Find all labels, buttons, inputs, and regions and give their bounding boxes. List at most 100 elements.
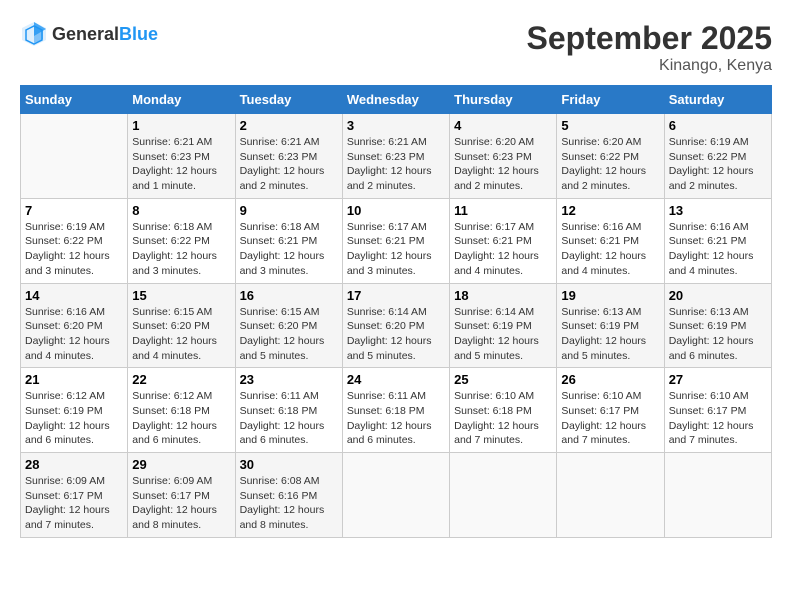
logo: GeneralBlue (20, 20, 158, 48)
weekday-header-row: SundayMondayTuesdayWednesdayThursdayFrid… (21, 86, 772, 114)
weekday-header: Friday (557, 86, 664, 114)
day-number: 5 (561, 118, 659, 133)
calendar-cell: 21 Sunrise: 6:12 AM Sunset: 6:19 PM Dayli… (21, 368, 128, 453)
weekday-header: Monday (128, 86, 235, 114)
day-info: Sunrise: 6:17 AM Sunset: 6:21 PM Dayligh… (454, 220, 552, 279)
calendar-cell (557, 453, 664, 538)
day-info: Sunrise: 6:10 AM Sunset: 6:18 PM Dayligh… (454, 389, 552, 448)
day-info: Sunrise: 6:20 AM Sunset: 6:22 PM Dayligh… (561, 135, 659, 194)
day-number: 25 (454, 372, 552, 387)
logo-icon (20, 20, 48, 48)
calendar-header: SundayMondayTuesdayWednesdayThursdayFrid… (21, 86, 772, 114)
calendar-cell (342, 453, 449, 538)
calendar-cell: 20 Sunrise: 6:13 AM Sunset: 6:19 PM Dayli… (664, 283, 771, 368)
calendar-cell: 26 Sunrise: 6:10 AM Sunset: 6:17 PM Dayli… (557, 368, 664, 453)
calendar-cell: 6 Sunrise: 6:19 AM Sunset: 6:22 PM Daylig… (664, 114, 771, 199)
day-number: 8 (132, 203, 230, 218)
day-info: Sunrise: 6:21 AM Sunset: 6:23 PM Dayligh… (132, 135, 230, 194)
day-info: Sunrise: 6:10 AM Sunset: 6:17 PM Dayligh… (561, 389, 659, 448)
day-info: Sunrise: 6:14 AM Sunset: 6:20 PM Dayligh… (347, 305, 445, 364)
day-number: 24 (347, 372, 445, 387)
calendar-cell (450, 453, 557, 538)
calendar-cell: 17 Sunrise: 6:14 AM Sunset: 6:20 PM Dayli… (342, 283, 449, 368)
calendar-body: 1 Sunrise: 6:21 AM Sunset: 6:23 PM Daylig… (21, 114, 772, 538)
calendar-cell: 24 Sunrise: 6:11 AM Sunset: 6:18 PM Dayli… (342, 368, 449, 453)
calendar-cell: 19 Sunrise: 6:13 AM Sunset: 6:19 PM Dayli… (557, 283, 664, 368)
day-number: 30 (240, 457, 338, 472)
day-info: Sunrise: 6:19 AM Sunset: 6:22 PM Dayligh… (25, 220, 123, 279)
day-number: 28 (25, 457, 123, 472)
day-number: 4 (454, 118, 552, 133)
calendar-cell: 10Sunrise: 6:17 AM Sunset: 6:21 PM Dayli… (342, 198, 449, 283)
calendar-cell (664, 453, 771, 538)
day-info: Sunrise: 6:18 AM Sunset: 6:22 PM Dayligh… (132, 220, 230, 279)
day-number: 20 (669, 288, 767, 303)
day-info: Sunrise: 6:14 AM Sunset: 6:19 PM Dayligh… (454, 305, 552, 364)
calendar-cell: 27Sunrise: 6:10 AM Sunset: 6:17 PM Dayli… (664, 368, 771, 453)
day-info: Sunrise: 6:09 AM Sunset: 6:17 PM Dayligh… (132, 474, 230, 533)
weekday-header: Wednesday (342, 86, 449, 114)
weekday-header: Sunday (21, 86, 128, 114)
day-info: Sunrise: 6:20 AM Sunset: 6:23 PM Dayligh… (454, 135, 552, 194)
logo-general: General (52, 24, 119, 44)
day-info: Sunrise: 6:13 AM Sunset: 6:19 PM Dayligh… (669, 305, 767, 364)
day-number: 6 (669, 118, 767, 133)
day-number: 1 (132, 118, 230, 133)
day-info: Sunrise: 6:12 AM Sunset: 6:19 PM Dayligh… (25, 389, 123, 448)
location: Kinango, Kenya (527, 57, 772, 75)
calendar-cell: 28 Sunrise: 6:09 AM Sunset: 6:17 PM Dayli… (21, 453, 128, 538)
title-block: September 2025 Kinango, Kenya (527, 20, 772, 75)
calendar-cell: 30 Sunrise: 6:08 AM Sunset: 6:16 PM Dayli… (235, 453, 342, 538)
logo-text: GeneralBlue (52, 24, 158, 45)
day-info: Sunrise: 6:15 AM Sunset: 6:20 PM Dayligh… (240, 305, 338, 364)
day-info: Sunrise: 6:10 AM Sunset: 6:17 PM Dayligh… (669, 389, 767, 448)
calendar-cell: 5 Sunrise: 6:20 AM Sunset: 6:22 PM Daylig… (557, 114, 664, 199)
calendar-cell: 18 Sunrise: 6:14 AM Sunset: 6:19 PM Dayli… (450, 283, 557, 368)
calendar-cell: 2 Sunrise: 6:21 AM Sunset: 6:23 PM Daylig… (235, 114, 342, 199)
calendar-cell: 7 Sunrise: 6:19 AM Sunset: 6:22 PM Daylig… (21, 198, 128, 283)
calendar-cell: 14 Sunrise: 6:16 AM Sunset: 6:20 PM Dayli… (21, 283, 128, 368)
day-number: 2 (240, 118, 338, 133)
day-number: 19 (561, 288, 659, 303)
day-number: 17 (347, 288, 445, 303)
day-info: Sunrise: 6:08 AM Sunset: 6:16 PM Dayligh… (240, 474, 338, 533)
calendar-cell: 23Sunrise: 6:11 AM Sunset: 6:18 PM Dayli… (235, 368, 342, 453)
calendar-week-row: 14 Sunrise: 6:16 AM Sunset: 6:20 PM Dayli… (21, 283, 772, 368)
day-number: 21 (25, 372, 123, 387)
day-number: 9 (240, 203, 338, 218)
day-number: 18 (454, 288, 552, 303)
day-number: 15 (132, 288, 230, 303)
calendar-cell: 29 Sunrise: 6:09 AM Sunset: 6:17 PM Dayli… (128, 453, 235, 538)
calendar-week-row: 21 Sunrise: 6:12 AM Sunset: 6:19 PM Dayli… (21, 368, 772, 453)
day-info: Sunrise: 6:21 AM Sunset: 6:23 PM Dayligh… (240, 135, 338, 194)
day-number: 29 (132, 457, 230, 472)
calendar-cell: 16 Sunrise: 6:15 AM Sunset: 6:20 PM Dayli… (235, 283, 342, 368)
calendar-cell: 11Sunrise: 6:17 AM Sunset: 6:21 PM Dayli… (450, 198, 557, 283)
day-number: 14 (25, 288, 123, 303)
page-header: GeneralBlue September 2025 Kinango, Keny… (20, 20, 772, 75)
calendar-cell: 1 Sunrise: 6:21 AM Sunset: 6:23 PM Daylig… (128, 114, 235, 199)
calendar-cell: 25 Sunrise: 6:10 AM Sunset: 6:18 PM Dayli… (450, 368, 557, 453)
weekday-header: Saturday (664, 86, 771, 114)
day-info: Sunrise: 6:13 AM Sunset: 6:19 PM Dayligh… (561, 305, 659, 364)
day-info: Sunrise: 6:11 AM Sunset: 6:18 PM Dayligh… (347, 389, 445, 448)
day-info: Sunrise: 6:16 AM Sunset: 6:20 PM Dayligh… (25, 305, 123, 364)
day-number: 26 (561, 372, 659, 387)
day-info: Sunrise: 6:21 AM Sunset: 6:23 PM Dayligh… (347, 135, 445, 194)
day-number: 12 (561, 203, 659, 218)
day-number: 7 (25, 203, 123, 218)
day-number: 16 (240, 288, 338, 303)
day-info: Sunrise: 6:17 AM Sunset: 6:21 PM Dayligh… (347, 220, 445, 279)
calendar-week-row: 28 Sunrise: 6:09 AM Sunset: 6:17 PM Dayli… (21, 453, 772, 538)
day-number: 3 (347, 118, 445, 133)
day-info: Sunrise: 6:09 AM Sunset: 6:17 PM Dayligh… (25, 474, 123, 533)
calendar-cell: 13Sunrise: 6:16 AM Sunset: 6:21 PM Dayli… (664, 198, 771, 283)
day-info: Sunrise: 6:15 AM Sunset: 6:20 PM Dayligh… (132, 305, 230, 364)
calendar-cell: 12 Sunrise: 6:16 AM Sunset: 6:21 PM Dayli… (557, 198, 664, 283)
day-info: Sunrise: 6:16 AM Sunset: 6:21 PM Dayligh… (561, 220, 659, 279)
calendar-cell: 4 Sunrise: 6:20 AM Sunset: 6:23 PM Daylig… (450, 114, 557, 199)
month-title: September 2025 (527, 20, 772, 57)
day-info: Sunrise: 6:19 AM Sunset: 6:22 PM Dayligh… (669, 135, 767, 194)
day-number: 13 (669, 203, 767, 218)
calendar-cell: 9Sunrise: 6:18 AM Sunset: 6:21 PM Daylig… (235, 198, 342, 283)
